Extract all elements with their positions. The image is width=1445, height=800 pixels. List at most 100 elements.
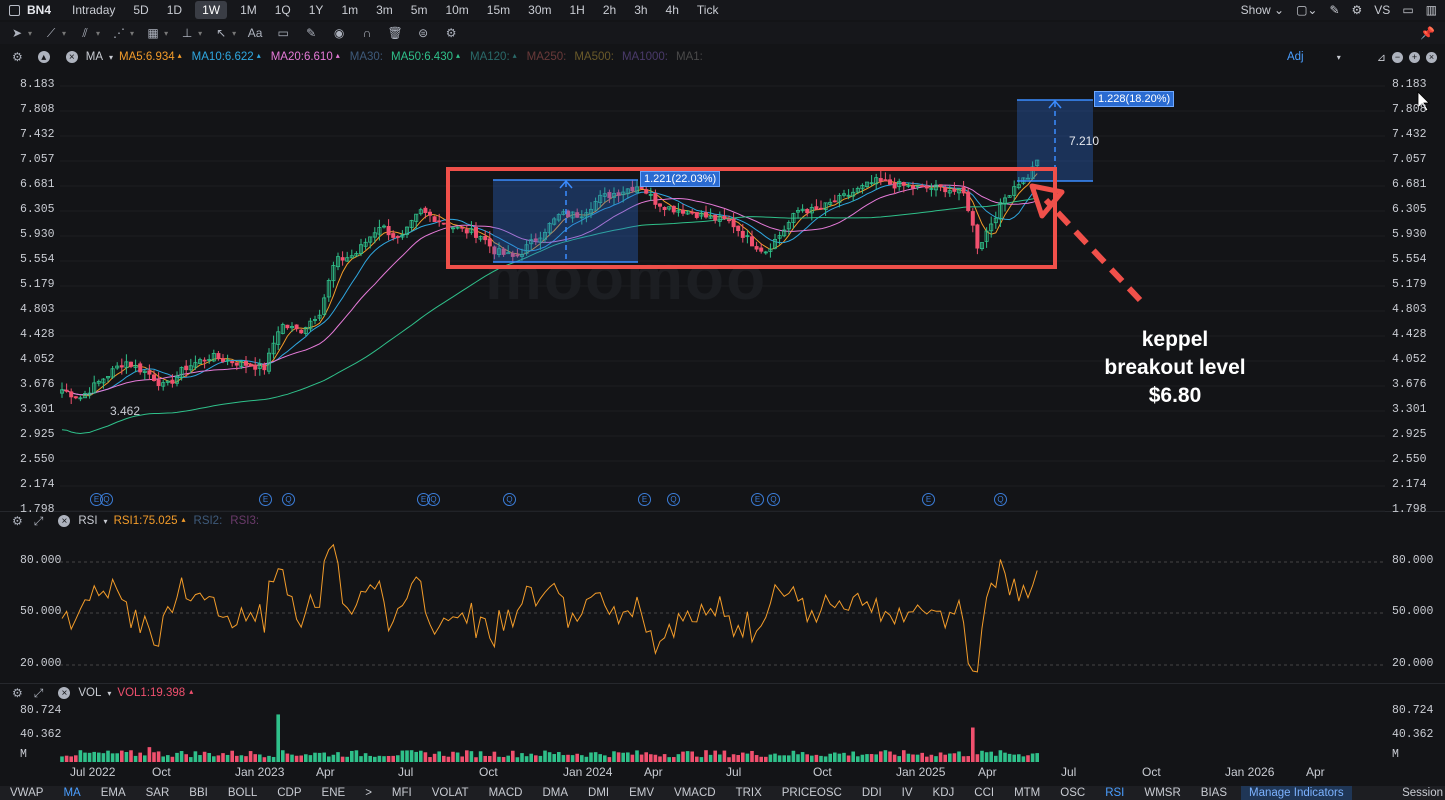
volume-bar (64, 755, 69, 762)
volume-bar (474, 757, 478, 762)
indicator-macd[interactable]: MACD (479, 787, 533, 799)
indicator-emv[interactable]: EMV (619, 787, 664, 799)
volume-bar (690, 751, 694, 762)
indicator-cdp[interactable]: CDP (267, 787, 311, 799)
indicator-priceosc[interactable]: PRICEOSC (772, 787, 852, 799)
volume-bar (961, 756, 966, 762)
indicator-osc[interactable]: OSC (1050, 787, 1095, 799)
event-marker[interactable]: Q (503, 493, 516, 506)
volume-bar (833, 752, 837, 762)
event-marker[interactable]: Q (100, 493, 113, 506)
indicator-vwap[interactable]: VWAP (0, 787, 53, 799)
indicator-rsi[interactable]: RSI (1095, 787, 1134, 799)
volume-bar (308, 755, 313, 762)
rsi-tick-left: 80.000 (20, 554, 62, 567)
indicator-bias[interactable]: BIAS (1191, 787, 1237, 799)
event-marker[interactable]: Q (667, 493, 680, 506)
volume-bar (235, 755, 239, 762)
volume-bar (239, 755, 244, 762)
volume-bar (327, 756, 331, 762)
volume-bar (78, 750, 83, 762)
volume-bar (409, 750, 414, 762)
indicator-ema[interactable]: EMA (91, 787, 136, 799)
indicator-trix[interactable]: TRIX (726, 787, 772, 799)
volume-bar (322, 752, 326, 762)
volume-bar (800, 752, 805, 762)
volume-bar (681, 751, 685, 762)
volume-bar (892, 754, 897, 762)
volume-bar (943, 754, 947, 762)
candle-body (464, 229, 469, 234)
candle-body (248, 363, 253, 367)
volume-bar (791, 750, 796, 762)
x-tick: Jan 2024 (563, 765, 613, 779)
indicator-ma[interactable]: MA (53, 787, 90, 799)
indicator-mtm[interactable]: MTM (1004, 787, 1050, 799)
event-marker[interactable]: E (751, 493, 764, 506)
candle-body (658, 203, 663, 207)
volume-bar (437, 751, 441, 762)
event-marker[interactable]: E (638, 493, 651, 506)
indicator-sar[interactable]: SAR (136, 787, 180, 799)
price-tick-left: 6.305 (20, 203, 55, 216)
candle-body (285, 324, 290, 329)
indicator-boll[interactable]: BOLL (218, 787, 267, 799)
volume-bar (1012, 754, 1016, 762)
volume-bar (685, 751, 690, 762)
volume-bar (842, 752, 846, 762)
indicator-wmsr[interactable]: WMSR (1134, 787, 1190, 799)
event-marker[interactable]: Q (994, 493, 1007, 506)
volume-bar (561, 755, 566, 762)
indicator-volat[interactable]: VOLAT (422, 787, 479, 799)
indicator-dmi[interactable]: DMI (578, 787, 619, 799)
indicator-cci[interactable]: CCI (964, 787, 1004, 799)
manage-indicators-button[interactable]: Manage Indicators (1241, 786, 1352, 800)
volume-bar (1021, 756, 1026, 762)
volume-bar (405, 750, 409, 762)
indicator-iv[interactable]: IV (892, 787, 923, 799)
session-button[interactable]: Session (1402, 787, 1445, 799)
volume-bar (911, 754, 915, 762)
volume-bar (391, 755, 395, 762)
event-marker[interactable]: Q (427, 493, 440, 506)
volume-bar (166, 755, 170, 762)
measure-label-2: 1.228(18.20%) (1094, 91, 1175, 107)
indicator-dma[interactable]: DMA (532, 787, 578, 799)
candle-body (952, 188, 957, 192)
volume-bar (483, 755, 487, 762)
volume-bar (285, 753, 290, 762)
volume-bar (557, 752, 561, 762)
event-marker[interactable]: Q (767, 493, 780, 506)
candle-body (216, 353, 221, 360)
indicator-bbi[interactable]: BBI (179, 787, 218, 799)
volume-bar (814, 754, 819, 762)
volume-bar (396, 755, 400, 762)
volume-bar (511, 750, 515, 762)
price-tick-left: 4.052 (20, 353, 55, 366)
event-marker[interactable]: Q (282, 493, 295, 506)
volume-bar (488, 756, 492, 762)
volume-bar (478, 751, 483, 762)
price-tick-right: 7.808 (1392, 103, 1427, 116)
candle-body (704, 212, 709, 218)
indicator-mfi[interactable]: MFI (382, 787, 422, 799)
event-marker[interactable]: E (922, 493, 935, 506)
candle-body (253, 364, 258, 370)
indicator->[interactable]: > (355, 787, 382, 799)
volume-bar (672, 757, 676, 762)
volume-bar (373, 756, 377, 762)
volume-bar (828, 753, 832, 762)
indicator-ddi[interactable]: DDI (852, 787, 892, 799)
candle-body (681, 209, 686, 214)
volume-bar (851, 751, 855, 762)
x-tick: Apr (1306, 765, 1325, 779)
volume-bar (810, 755, 814, 762)
indicator-ene[interactable]: ENE (312, 787, 356, 799)
price-tick-right: 5.930 (1392, 228, 1427, 241)
indicator-vmacd[interactable]: VMACD (664, 787, 726, 799)
indicator-kdj[interactable]: KDJ (923, 787, 965, 799)
volume-bar (501, 757, 506, 762)
x-tick: Oct (479, 765, 498, 779)
event-marker[interactable]: E (259, 493, 272, 506)
volume-bar (465, 750, 469, 762)
